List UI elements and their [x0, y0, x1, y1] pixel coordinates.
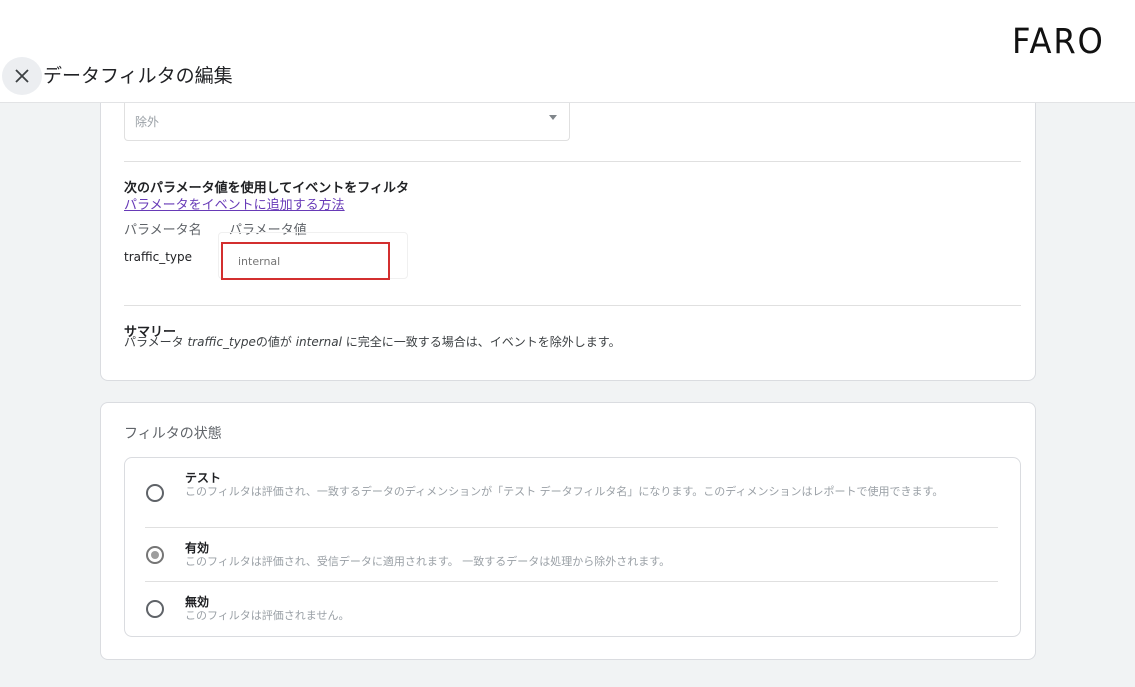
state-option-disabled[interactable]: 無効 このフィルタは評価されません。 — [125, 582, 1020, 636]
state-option-test[interactable]: テスト このフィルタは評価され、一致するデータのディメンションが「テスト データ… — [125, 458, 1020, 528]
radio-active[interactable] — [146, 546, 164, 564]
divider — [124, 161, 1021, 162]
dropdown-arrow-icon — [549, 115, 557, 120]
summary-prefix: パラメータ — [124, 335, 184, 349]
dialog-header: データフィルタの編集 — [0, 55, 1135, 103]
radio-disabled[interactable] — [146, 600, 164, 618]
divider — [124, 305, 1021, 306]
summary-value: internal — [295, 335, 342, 349]
filter-operation-value: 除外 — [135, 115, 160, 129]
state-option-description: このフィルタは評価され、一致するデータのディメンションが「テスト データフィルタ… — [185, 485, 944, 498]
param-name-header: パラメータ名 — [124, 223, 202, 238]
filter-config-card: 除外 次のパラメータ値を使用してイベントをフィルタ パラメータをイベントに追加す… — [100, 93, 1036, 381]
summary-param: traffic_type — [187, 335, 256, 349]
dialog-title: データフィルタの編集 — [43, 65, 233, 87]
summary-mid: の値が — [255, 335, 292, 349]
filter-state-card: フィルタの状態 テスト このフィルタは評価され、一致するデータのディメンションが… — [100, 402, 1036, 660]
state-option-description: このフィルタは評価されません。 — [185, 609, 350, 622]
summary-suffix: に完全に一致する場合は、イベントを除外します。 — [345, 335, 621, 349]
state-option-active[interactable]: 有効 このフィルタは評価され、受信データに適用されます。 一致するデータは処理か… — [125, 528, 1020, 582]
summary-text: パラメータ traffic_typeの値が internal に完全に一致する場… — [124, 333, 621, 350]
close-icon — [15, 69, 29, 83]
filter-state-options: テスト このフィルタは評価され、一致するデータのディメンションが「テスト データ… — [124, 457, 1021, 637]
param-value-input[interactable] — [221, 242, 390, 280]
close-button[interactable] — [2, 57, 42, 95]
filter-state-title: フィルタの状態 — [124, 426, 222, 442]
dialog-content: 除外 次のパラメータ値を使用してイベントをフィルタ パラメータをイベントに追加す… — [0, 93, 1135, 687]
state-option-description: このフィルタは評価され、受信データに適用されます。 一致するデータは処理から除外… — [185, 555, 671, 568]
radio-test[interactable] — [146, 484, 164, 502]
param-name: traffic_type — [124, 250, 192, 264]
add-param-help-link[interactable]: パラメータをイベントに追加する方法 — [124, 194, 345, 213]
